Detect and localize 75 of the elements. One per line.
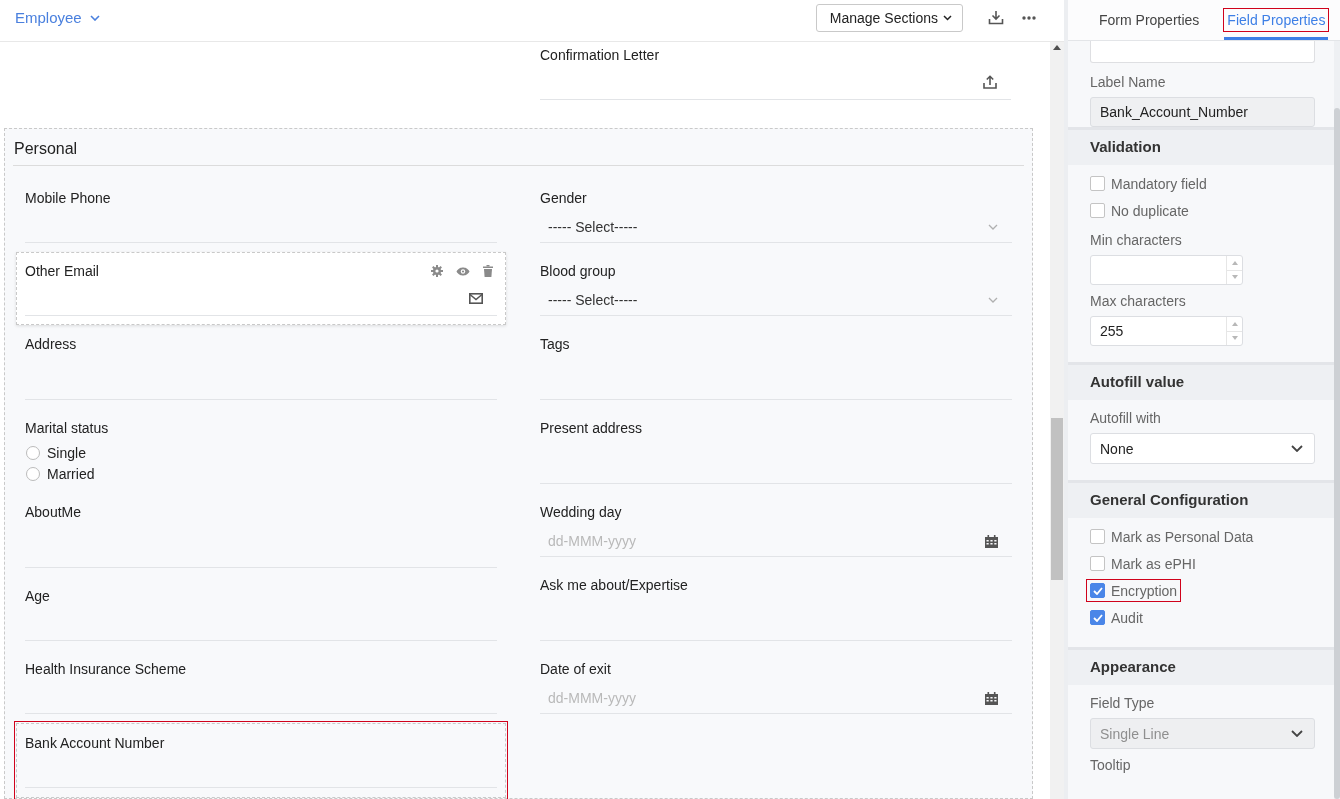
field-label: Autofill with bbox=[1090, 409, 1161, 428]
checkbox[interactable] bbox=[1090, 556, 1105, 571]
checkbox-option[interactable]: Encryption bbox=[1087, 580, 1181, 601]
field-label: Address bbox=[25, 335, 77, 354]
field-label: Ask me about/Expertise bbox=[540, 576, 688, 595]
field-label: Health Insurance Scheme bbox=[25, 660, 187, 679]
field-label: Present address bbox=[540, 419, 642, 438]
tab[interactable]: Form Properties bbox=[1096, 0, 1203, 40]
field-label: Wedding day bbox=[540, 503, 622, 522]
field-label: Tooltip bbox=[1090, 756, 1131, 775]
field-label: Age bbox=[25, 587, 50, 606]
field-label: Mobile Phone bbox=[25, 189, 111, 208]
calendar-icon[interactable] bbox=[985, 691, 998, 705]
checkbox-option[interactable]: Mark as ePHI bbox=[1087, 553, 1199, 574]
field-label: Tags bbox=[540, 335, 570, 354]
settings-icon[interactable] bbox=[431, 265, 443, 277]
group-header: Autofill value bbox=[1068, 362, 1334, 400]
field-label: Field Type bbox=[1090, 694, 1155, 713]
checkbox-option[interactable]: Audit bbox=[1087, 607, 1146, 628]
chevron-down-icon bbox=[1291, 730, 1303, 737]
more-icon[interactable] bbox=[1022, 15, 1036, 20]
chevron-down-icon bbox=[89, 14, 100, 21]
step-down-icon[interactable] bbox=[1231, 275, 1238, 280]
field-label: Confirmation Letter bbox=[540, 46, 660, 65]
trash-icon[interactable] bbox=[483, 265, 493, 277]
input-field[interactable]: Bank_Account_Number bbox=[1090, 97, 1315, 127]
radio-button[interactable] bbox=[26, 445, 40, 460]
select-field[interactable]: None bbox=[1090, 433, 1315, 464]
radio-option[interactable]: Married bbox=[25, 463, 95, 484]
scroll-up-icon[interactable] bbox=[1053, 45, 1061, 50]
download-icon[interactable] bbox=[988, 10, 1004, 25]
select-field[interactable]: ----- Select----- bbox=[540, 281, 1012, 316]
eye-icon[interactable] bbox=[456, 266, 470, 276]
scrollbar[interactable] bbox=[1050, 42, 1064, 799]
number-input[interactable]: 255 bbox=[1090, 316, 1243, 346]
field-label: Gender bbox=[540, 189, 587, 208]
checkbox[interactable] bbox=[1090, 610, 1105, 625]
radio-option[interactable]: Single bbox=[25, 442, 86, 463]
field-label: AboutMe bbox=[25, 503, 82, 522]
radio-button[interactable] bbox=[26, 466, 40, 481]
section-title: Personal bbox=[13, 129, 1024, 166]
calendar-icon[interactable] bbox=[985, 534, 998, 548]
checkbox-option[interactable]: Mandatory field bbox=[1087, 173, 1210, 194]
step-up-icon[interactable] bbox=[1231, 321, 1238, 326]
checkbox[interactable] bbox=[1090, 203, 1105, 218]
scrollbar-thumb[interactable] bbox=[1051, 418, 1063, 580]
field-label: Max characters bbox=[1090, 292, 1186, 311]
checkbox-option[interactable]: Mark as Personal Data bbox=[1087, 526, 1257, 547]
caret-icon bbox=[943, 14, 952, 21]
mail-icon bbox=[469, 292, 483, 304]
chevron-down-icon bbox=[988, 224, 998, 230]
checkbox[interactable] bbox=[1090, 583, 1105, 598]
step-down-icon[interactable] bbox=[1231, 336, 1238, 341]
module-dropdown[interactable]: Employee bbox=[15, 9, 100, 26]
step-up-icon[interactable] bbox=[1231, 260, 1238, 265]
field-label: Min characters bbox=[1090, 231, 1182, 250]
manage-sections-button[interactable]: Manage Sections bbox=[815, 3, 963, 32]
group-header: General Configuration bbox=[1068, 480, 1334, 518]
chevron-down-icon bbox=[988, 297, 998, 303]
number-input[interactable] bbox=[1090, 255, 1243, 285]
field-label: Label Name bbox=[1090, 73, 1167, 92]
group-header: Validation bbox=[1068, 127, 1334, 165]
checkbox[interactable] bbox=[1090, 529, 1105, 544]
checkbox[interactable] bbox=[1090, 176, 1105, 191]
upload-icon[interactable] bbox=[983, 75, 997, 89]
field-label: Other Email bbox=[25, 262, 99, 281]
checkbox-option[interactable]: No duplicate bbox=[1087, 200, 1192, 221]
field-label: Bank Account Number bbox=[25, 734, 165, 753]
input-field[interactable] bbox=[1090, 41, 1315, 63]
chevron-down-icon bbox=[1291, 445, 1303, 452]
field-label: Blood group bbox=[540, 262, 616, 281]
field-label: Marital status bbox=[25, 419, 109, 438]
field-label: Date of exit bbox=[540, 660, 611, 679]
select-field[interactable]: ----- Select----- bbox=[540, 208, 1012, 243]
group-header: Appearance bbox=[1068, 647, 1334, 685]
